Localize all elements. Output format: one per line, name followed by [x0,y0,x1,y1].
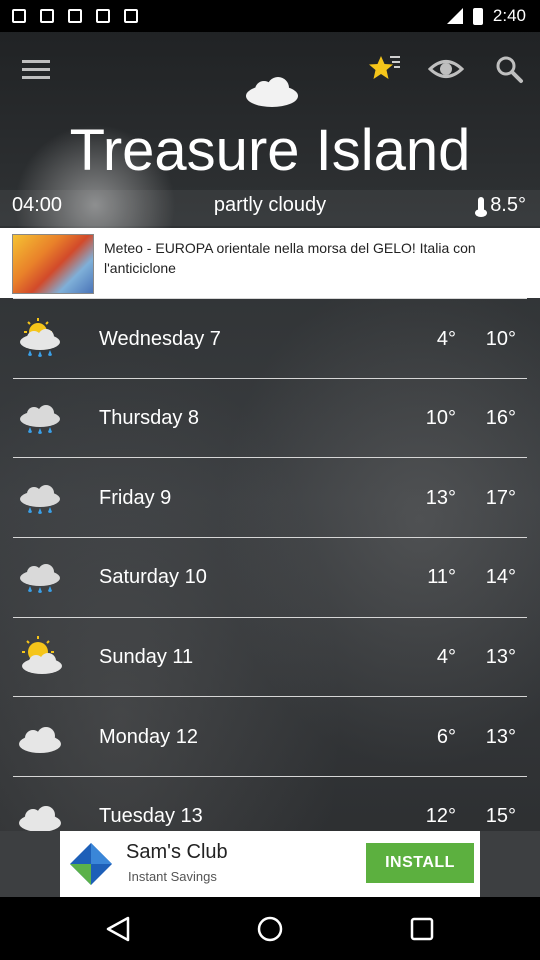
notification-icon [12,9,26,23]
favorites-star-icon[interactable] [368,52,402,84]
recent-apps-icon[interactable] [408,915,436,943]
install-button[interactable]: INSTALL [366,843,474,883]
toolbar [0,32,540,110]
cloud-icon [19,727,61,753]
navigation-bar [0,897,540,960]
sun-cloud-rain-icon [20,318,60,357]
thermometer-icon [475,196,488,217]
forecast-low: 4° [436,328,456,350]
forecast-row[interactable]: Thursday 8 10° 16° [0,379,540,458]
divider [13,457,527,458]
notification-icon [96,9,110,23]
news-headline: Meteo - EUROPA orientale nella morsa del… [104,240,476,276]
news-thumbnail [12,234,94,294]
current-temperature-group: 8.5° [475,194,526,217]
home-icon[interactable] [256,915,284,943]
forecast-high: 13° [485,726,516,748]
forecast-low: 10° [425,407,456,429]
status-bar: 2:40 [0,0,540,32]
lock-icon [68,9,82,23]
sun-cloud-icon [22,636,62,674]
forecast-high: 10° [485,328,516,350]
ad-subtitle: Instant Savings [128,869,217,884]
eye-icon[interactable] [428,56,464,82]
cloud-rain-icon [20,405,60,434]
forecast-row[interactable]: Wednesday 7 4° 10° [0,300,540,379]
forecast-row[interactable]: Sunday 11 4° 13° [0,618,540,697]
status-time: 2:40 [492,6,526,25]
menu-icon[interactable] [22,60,50,80]
moon-cloud-icon [246,48,298,107]
forecast-high: 13° [485,646,516,668]
signal-icon [446,8,463,24]
forecast-day: Tuesday 13 [99,805,203,827]
battery-icon [472,7,483,25]
cloud-rain-icon [20,564,60,593]
location-title: Treasure Island [69,118,471,183]
forecast-high: 14° [485,566,516,588]
forecast-day: Monday 12 [99,726,198,748]
cloud-rain-icon [20,485,60,514]
notification-icon [40,9,54,23]
forecast-row[interactable]: Friday 9 13° 17° [0,459,540,538]
forecast-low: 6° [436,726,456,748]
ad-title: Sam's Club [126,841,228,863]
forecast-low: 12° [425,805,456,827]
forecast-low: 13° [425,487,456,509]
forecast-day: Sunday 11 [99,646,194,668]
forecast-row[interactable]: Monday 12 6° 13° [0,698,540,777]
current-conditions: 04:00 partly cloudy 8.5° [0,190,540,226]
forecast-high: 16° [485,407,516,429]
forecast-day: Saturday 10 [99,566,207,588]
sams-club-logo-icon [70,843,112,885]
divider [13,696,527,697]
forecast-high: 17° [485,487,516,509]
forecast-day: Thursday 8 [99,407,200,429]
back-icon[interactable] [104,915,132,943]
android-icon [124,9,138,23]
ad-banner[interactable]: Sam's Club Instant Savings INSTALL [60,831,480,897]
forecast-day: Friday 9 [99,487,172,509]
forecast-high: 15° [485,805,516,827]
current-temperature: 8.5° [490,194,526,216]
news-item[interactable]: Meteo - EUROPA orientale nella morsa del… [0,228,540,298]
forecast-low: 11° [427,566,456,588]
forecast-row[interactable]: Saturday 10 11° 14° [0,538,540,617]
search-icon[interactable] [494,54,524,84]
current-condition: partly cloudy [213,194,327,216]
divider [13,298,527,299]
forecast-low: 4° [436,646,456,668]
forecast-day: Wednesday 7 [99,328,221,350]
